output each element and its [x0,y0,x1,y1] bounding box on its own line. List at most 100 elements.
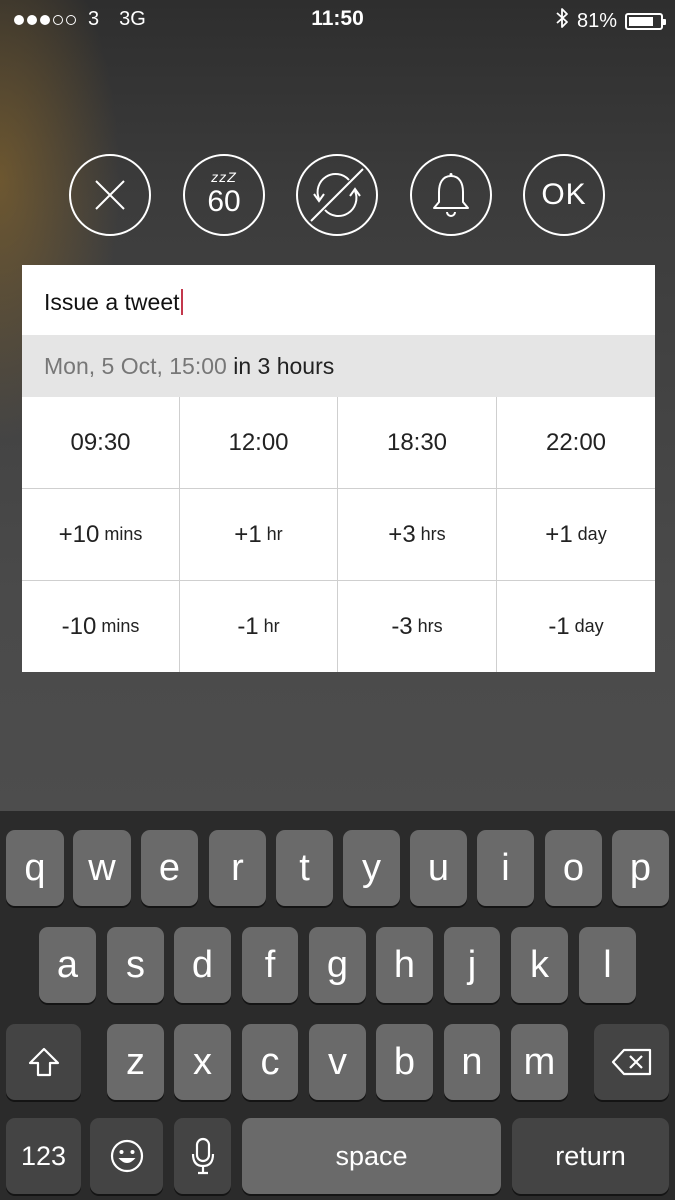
key-r[interactable]: r [209,830,266,906]
adjust-unit: day [577,524,607,544]
adjust-unit: hrs [417,616,443,636]
adjust-unit: hr [263,616,280,636]
key-c[interactable]: c [242,1024,298,1100]
key-label: y [362,846,381,889]
bluetooth-icon [555,7,569,35]
adjust-unit: hr [266,524,283,544]
key-u[interactable]: u [410,830,467,906]
status-right: 81% [555,7,666,35]
subtract-10-mins-button[interactable]: -10 mins [22,581,180,672]
adjust-amount: +10 [58,520,100,548]
key-d[interactable]: d [174,927,231,1003]
key-o[interactable]: o [545,830,602,906]
key-label: b [393,1040,416,1083]
key-label: l [603,943,612,986]
key-label: f [264,943,276,986]
key-i[interactable]: i [477,830,534,906]
reminder-date-row[interactable]: Mon, 5 Oct, 15:00 in 3 hours [22,335,655,397]
key-y[interactable]: y [343,830,400,906]
quick-time-0930[interactable]: 09:30 [22,397,180,489]
quick-time-label: 22:00 [545,428,607,456]
reminder-title-field[interactable]: Issue a tweet [22,265,655,335]
space-key[interactable]: space [242,1118,501,1194]
key-l[interactable]: l [579,927,636,1003]
shift-key[interactable] [6,1024,81,1100]
adjust-amount: -1 [237,612,259,640]
ok-label: OK [541,178,587,211]
battery-icon [625,12,666,30]
close-button[interactable] [69,154,151,236]
snooze-zzz: zzZ [211,169,237,185]
no-repeat-icon [310,168,364,222]
key-z[interactable]: z [107,1024,164,1100]
key-label: o [562,846,585,889]
reminder-actions: zzZ 60 OK [69,154,609,240]
key-label: r [231,846,244,889]
quick-time-label: 09:30 [70,428,131,456]
reminder-card: Issue a tweet Mon, 5 Oct, 15:00 in 3 hou… [22,265,655,672]
subtract-1-day-button[interactable]: -1 day [497,581,655,672]
key-p[interactable]: p [612,830,669,906]
shift-icon [28,1047,59,1077]
key-b[interactable]: b [376,1024,433,1100]
key-label: u [427,846,450,889]
key-e[interactable]: e [141,830,198,906]
backspace-icon [611,1048,651,1076]
key-label: k [530,943,549,986]
key-t[interactable]: t [276,830,333,906]
quick-time-2200[interactable]: 22:00 [497,397,655,489]
key-v[interactable]: v [309,1024,366,1100]
key-x[interactable]: x [174,1024,231,1100]
key-label: p [629,846,652,889]
keyboard: q w e r t y u i o p a s d f g h j k l z … [0,811,675,1200]
backspace-key[interactable] [594,1024,669,1100]
key-label: c [260,1040,280,1083]
subtract-3-hrs-button[interactable]: -3 hrs [338,581,497,672]
subtract-1-hr-button[interactable]: -1 hr [180,581,338,672]
adjust-unit: mins [104,524,143,544]
key-label: i [501,846,510,889]
quick-time-label: 18:30 [386,428,448,456]
adjust-amount: -1 [548,612,570,640]
key-h[interactable]: h [376,927,433,1003]
key-f[interactable]: f [242,927,298,1003]
quick-time-1830[interactable]: 18:30 [338,397,497,489]
key-j[interactable]: j [444,927,500,1003]
no-repeat-button[interactable] [296,154,378,236]
numbers-key[interactable]: 123 [6,1118,81,1194]
adjust-unit: day [574,616,604,636]
key-label: t [299,846,310,889]
key-label: n [461,1040,483,1083]
add-3-hrs-button[interactable]: +3 hrs [338,489,497,581]
ok-button[interactable]: OK [523,154,605,236]
add-1-day-button[interactable]: +1 day [497,489,655,581]
key-k[interactable]: k [511,927,568,1003]
key-g[interactable]: g [309,927,366,1003]
reminder-title: Issue a tweet [44,289,180,315]
battery-percent: 81% [576,9,617,32]
text-caret [180,289,183,315]
dictation-key[interactable] [174,1118,231,1194]
key-w[interactable]: w [73,830,131,906]
key-q[interactable]: q [6,830,64,906]
quick-time-1200[interactable]: 12:00 [180,397,338,489]
snooze-button[interactable]: zzZ 60 [183,154,265,236]
key-a[interactable]: a [39,927,96,1003]
quick-time-grid: 09:30 12:00 18:30 22:00 +10 mins +1 hr +3 h… [22,397,655,672]
key-m[interactable]: m [511,1024,568,1100]
emoji-key[interactable] [90,1118,163,1194]
key-label: 123 [20,1140,67,1171]
alarm-button[interactable] [410,154,492,236]
key-s[interactable]: s [107,927,164,1003]
key-n[interactable]: n [444,1024,500,1100]
return-key[interactable]: return [512,1118,669,1194]
emoji-icon [110,1139,143,1173]
adjust-amount: +1 [234,520,262,548]
key-label: x [193,1040,212,1083]
add-1-hr-button[interactable]: +1 hr [180,489,338,581]
adjust-amount: -3 [391,612,413,640]
close-icon [95,180,125,210]
add-10-mins-button[interactable]: +10 mins [22,489,180,581]
status-bar: 3 3G 11:50 81% [0,0,675,40]
key-label: j [467,943,477,986]
